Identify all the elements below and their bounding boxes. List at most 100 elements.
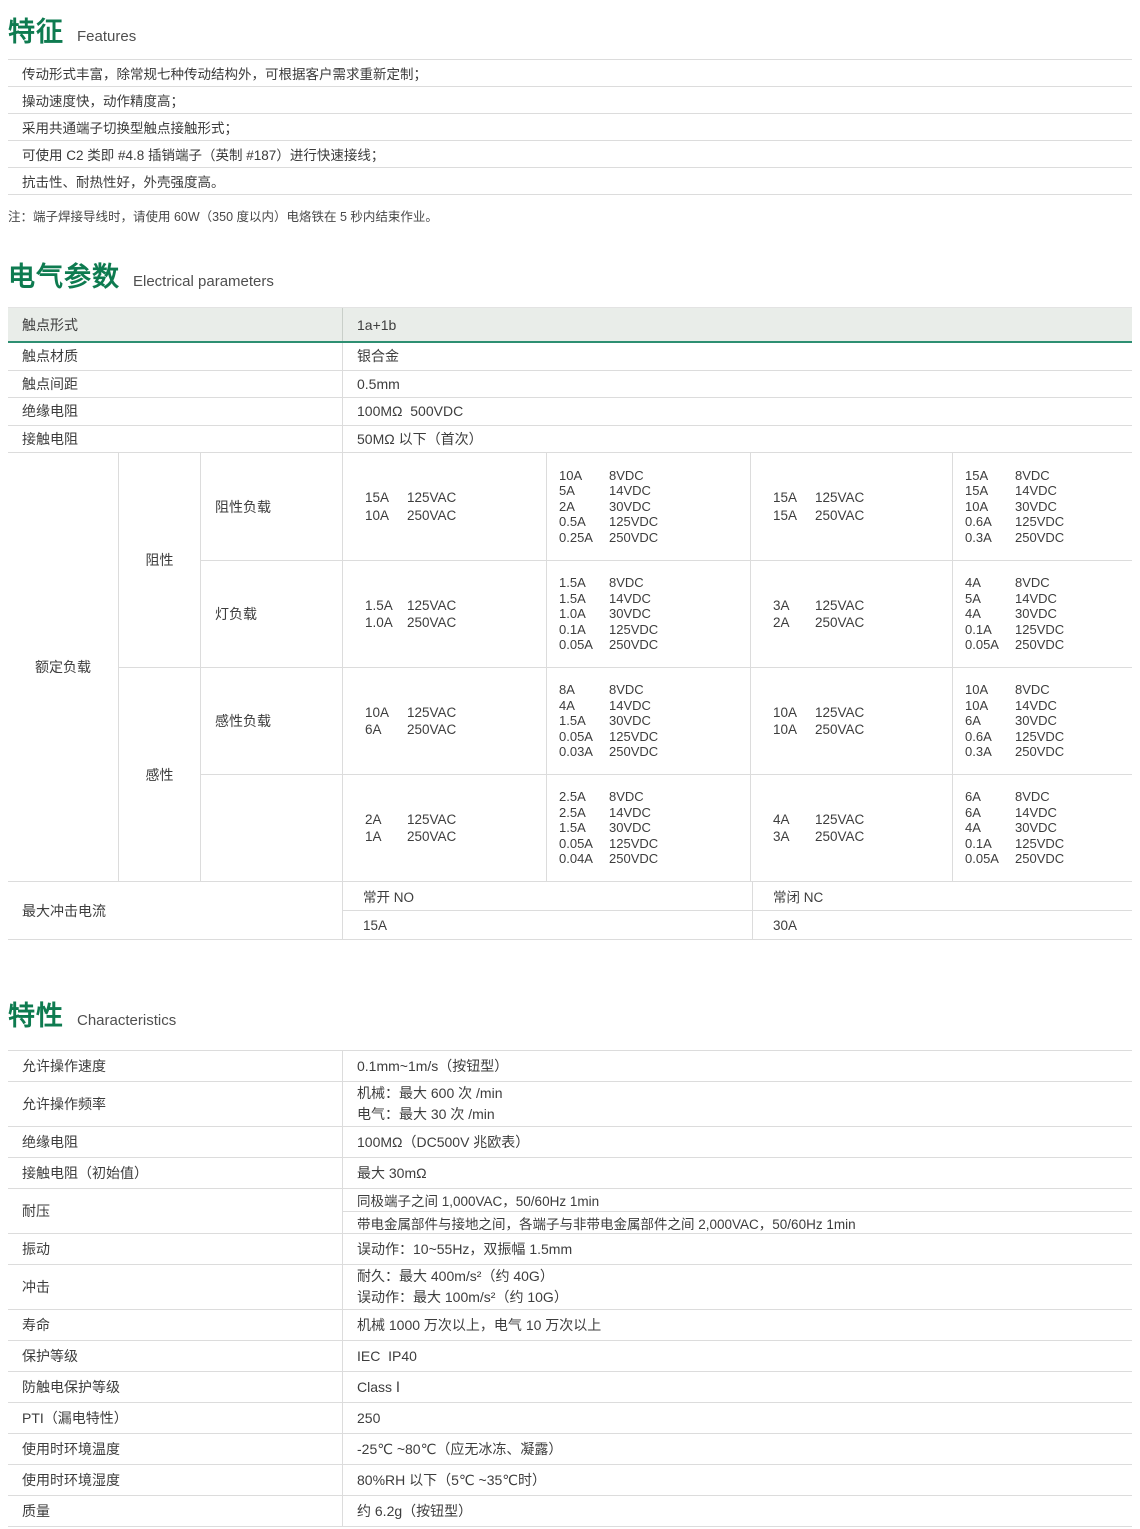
features-title-zh: 特征 xyxy=(8,10,64,49)
inrush-label: 最大冲击电流 xyxy=(8,881,342,939)
table-row-operating-frequency: 允许操作频率 机械：最大 600 次 /min 电气：最大 30 次 /min xyxy=(8,1082,1132,1127)
datasheet-page: 特征 Features 传动形式丰富，除常规七种传动结构外，可根据客户需求重新定… xyxy=(0,0,1140,1527)
row-label: 振动 xyxy=(8,1234,342,1264)
group-resistive-label: 阻性 xyxy=(118,453,200,667)
table-row-contact-gap: 触点间距 0.5mm xyxy=(8,371,1132,399)
row-value: 机械 1000 万次以上，电气 10 万次以上 xyxy=(342,1310,1132,1340)
table-row-weight: 质量 约 6.2g（按钮型） xyxy=(8,1496,1132,1527)
load-dc-values: 6A8VDC6A14VDC4A30VDC0.1A125VDC0.05A250VD… xyxy=(952,774,1132,881)
row-value: Class Ⅰ xyxy=(342,1372,1132,1402)
load-ac-values: 15A125VAC15A250VAC xyxy=(750,453,952,560)
row-value: 50MΩ 以下（首次） xyxy=(342,426,1132,453)
table-row-ambient-temperature: 使用时环境温度 -25℃ ~80℃（应无冰冻、凝露） xyxy=(8,1434,1132,1465)
table-row-ambient-humidity: 使用时环境湿度 80%RH 以下（5℃ ~35℃时） xyxy=(8,1465,1132,1496)
features-note: 注：端子焊接导线时，请使用 60W（350 度以内）电烙铁在 5 秒内结束作业。 xyxy=(8,206,1132,222)
row-label: 使用时环境湿度 xyxy=(8,1465,342,1495)
row-value: 100MΩ 500VDC xyxy=(342,398,1132,425)
contact-form-label: 触点形式 xyxy=(8,308,342,341)
load-type-empty xyxy=(200,774,342,881)
inrush-no-value: 15A xyxy=(342,910,752,939)
table-row-contact-resistance-initial: 接触电阻（初始值） 最大 30mΩ xyxy=(8,1158,1132,1189)
inrush-nc-value: 30A xyxy=(752,910,1132,939)
row-label: 绝缘电阻 xyxy=(8,1127,342,1157)
features-section: 特征 Features 传动形式丰富，除常规七种传动结构外，可根据客户需求重新定… xyxy=(8,10,1132,222)
table-row-contact-resistance: 接触电阻 50MΩ 以下（首次） xyxy=(8,426,1132,454)
contact-form-header-row: 触点形式 1a+1b xyxy=(8,308,1132,343)
table-row-insulation-resistance: 绝缘电阻 100MΩ 500VDC xyxy=(8,398,1132,426)
row-value: 约 6.2g（按钮型） xyxy=(342,1496,1132,1526)
load-dc-values: 2.5A8VDC2.5A14VDC1.5A30VDC0.05A125VDC0.0… xyxy=(546,774,750,881)
feature-item: 可使用 C2 类即 #4.8 插销端子（英制 #187）进行快速接线； xyxy=(8,141,1132,168)
feature-item: 操动速度快，动作精度高； xyxy=(8,87,1132,114)
load-dc-values: 8A8VDC4A14VDC1.5A30VDC0.05A125VDC0.03A25… xyxy=(546,667,750,774)
table-row-vibration: 振动 误动作：10~55Hz，双振幅 1.5mm xyxy=(8,1234,1132,1265)
inrush-no-label: 常开 NO xyxy=(342,881,752,910)
table-row-contact-material: 触点材质 银合金 xyxy=(8,343,1132,371)
electrical-section: 电气参数 Electrical parameters 触点形式 1a+1b 触点… xyxy=(8,255,1132,940)
electrical-title-en: Electrical parameters xyxy=(133,273,274,290)
load-ac-values: 3A125VAC2A250VAC xyxy=(750,560,952,667)
load-type-resistive: 阻性负载 xyxy=(200,453,342,560)
load-dc-values: 4A8VDC5A14VDC4A30VDC0.1A125VDC0.05A250VD… xyxy=(952,560,1132,667)
row-label: 防触电保护等级 xyxy=(8,1372,342,1402)
characteristics-title-en: Characteristics xyxy=(77,1012,176,1029)
feature-item: 采用共通端子切换型触点接触形式； xyxy=(8,114,1132,141)
table-row-shock: 冲击 耐久：最大 400m/s²（约 40G） 误动作：最大 100m/s²（约… xyxy=(8,1265,1132,1310)
load-dc-values: 10A8VDC5A14VDC2A30VDC0.5A125VDC0.25A250V… xyxy=(546,453,750,560)
row-value: 80%RH 以下（5℃ ~35℃时） xyxy=(342,1465,1132,1495)
table-row-life: 寿命 机械 1000 万次以上，电气 10 万次以上 xyxy=(8,1310,1132,1341)
row-label: 允许操作频率 xyxy=(8,1082,342,1126)
feature-item: 抗击性、耐热性好，外壳强度高。 xyxy=(8,168,1132,195)
row-value: 100MΩ（DC500V 兆欧表） xyxy=(342,1127,1132,1157)
electrical-section-title: 电气参数 Electrical parameters xyxy=(8,255,1132,289)
inrush-current-rows: 最大冲击电流 常开 NO 常闭 NC 15A 30A xyxy=(8,881,1132,940)
row-label: 耐压 xyxy=(8,1189,342,1233)
load-dc-values: 10A8VDC10A14VDC6A30VDC0.6A125VDC0.3A250V… xyxy=(952,667,1132,774)
row-value: IEC IP40 xyxy=(342,1341,1132,1371)
load-dc-values: 1.5A8VDC1.5A14VDC1.0A30VDC0.1A125VDC0.05… xyxy=(546,560,750,667)
features-list: 传动形式丰富，除常规七种传动结构外，可根据客户需求重新定制； 操动速度快，动作精… xyxy=(8,59,1132,195)
electrical-table: 触点形式 1a+1b 触点材质 银合金 触点间距 0.5mm 绝缘电阻 100M… xyxy=(8,307,1132,940)
row-value: 同极端子之间 1,000VAC，50/60Hz 1min xyxy=(343,1189,1132,1211)
row-value: 最大 30mΩ xyxy=(342,1158,1132,1188)
table-row-operating-speed: 允许操作速度 0.1mm~1m/s（按钮型） xyxy=(8,1051,1132,1082)
group-inductive-label: 感性 xyxy=(118,667,200,881)
row-value: 0.1mm~1m/s（按钮型） xyxy=(342,1051,1132,1081)
table-row-shock-protection-class: 防触电保护等级 Class Ⅰ xyxy=(8,1372,1132,1403)
row-value: 误动作：10~55Hz，双振幅 1.5mm xyxy=(342,1234,1132,1264)
withstand-voltage-values: 同极端子之间 1,000VAC，50/60Hz 1min 带电金属部件与接地之间… xyxy=(342,1189,1132,1233)
features-title-en: Features xyxy=(77,28,136,45)
row-label: 使用时环境温度 xyxy=(8,1434,342,1464)
row-value: 0.5mm xyxy=(342,371,1132,398)
load-ac-values: 15A125VAC10A250VAC xyxy=(342,453,546,560)
row-label: 触点间距 xyxy=(8,371,342,398)
rated-load-grid: 额定负载 阻性 感性 阻性负载 15A125VAC10A250VAC 10A8V… xyxy=(8,453,1132,881)
feature-item: 传动形式丰富，除常规七种传动结构外，可根据客户需求重新定制； xyxy=(8,60,1132,87)
characteristics-title-zh: 特性 xyxy=(8,994,64,1033)
row-label: PTI（漏电特性） xyxy=(8,1403,342,1433)
table-row-protection-rating: 保护等级 IEC IP40 xyxy=(8,1341,1132,1372)
table-row-insulation-resistance: 绝缘电阻 100MΩ（DC500V 兆欧表） xyxy=(8,1127,1132,1158)
row-label: 触点材质 xyxy=(8,343,342,370)
load-ac-values: 4A125VAC3A250VAC xyxy=(750,774,952,881)
load-dc-values: 15A8VDC15A14VDC10A30VDC0.6A125VDC0.3A250… xyxy=(952,453,1132,560)
row-value: 银合金 xyxy=(342,343,1132,370)
row-label: 质量 xyxy=(8,1496,342,1526)
load-ac-values: 2A125VAC1A250VAC xyxy=(342,774,546,881)
inrush-nc-label: 常闭 NC xyxy=(752,881,1132,910)
row-value: 250 xyxy=(342,1403,1132,1433)
rated-load-label: 额定负载 xyxy=(8,453,118,881)
characteristics-table: 允许操作速度 0.1mm~1m/s（按钮型） 允许操作频率 机械：最大 600 … xyxy=(8,1050,1132,1527)
row-label: 保护等级 xyxy=(8,1341,342,1371)
electrical-title-zh: 电气参数 xyxy=(8,255,120,294)
row-label: 寿命 xyxy=(8,1310,342,1340)
row-label: 接触电阻（初始值） xyxy=(8,1158,342,1188)
load-ac-values: 1.5A125VAC1.0A250VAC xyxy=(342,560,546,667)
load-ac-values: 10A125VAC6A250VAC xyxy=(342,667,546,774)
row-value: 带电金属部件与接地之间，各端子与非带电金属部件之间 2,000VAC，50/60… xyxy=(343,1211,1132,1233)
row-label: 允许操作速度 xyxy=(8,1051,342,1081)
row-value: 机械：最大 600 次 /min 电气：最大 30 次 /min xyxy=(342,1082,1132,1126)
row-label: 接触电阻 xyxy=(8,426,342,453)
load-type-inductive: 感性负载 xyxy=(200,667,342,774)
characteristics-section: 特性 Characteristics 允许操作速度 0.1mm~1m/s（按钮型… xyxy=(8,994,1132,1527)
